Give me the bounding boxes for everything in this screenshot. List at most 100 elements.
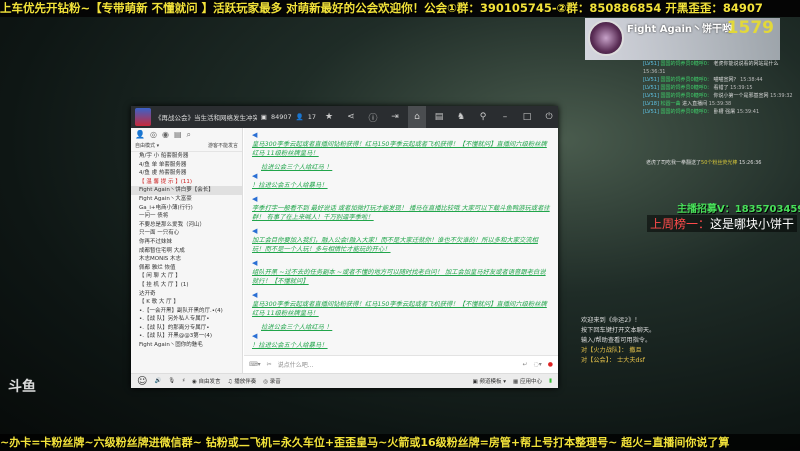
channel-tree-item[interactable]: 木志MONIS 木志 <box>131 255 242 264</box>
app-center-button[interactable]: ▦ 应用中心 <box>513 377 542 385</box>
channel-tree-item[interactable]: Fight Again丶饼白萝【会长】 <box>131 186 242 195</box>
close-button[interactable]: ⏻ <box>540 106 558 128</box>
game-chat-line: 按下回车键打开文本聊天。 <box>581 327 656 334</box>
account-icon[interactable]: ⚲ <box>474 106 492 128</box>
speaker-icon: ◀ <box>252 291 258 299</box>
chat-input-bar: ⌨▾ ✂ 说点什么吧... ↵ ◌▾ ● <box>244 355 558 373</box>
public-chat-area: ◀ 皇马300李季云起或者直播间钻粉获得！红马150李季云起或者飞机获得！【不懂就… <box>244 128 558 355</box>
game-chat-line: 对【公会】： 士大夫dsf <box>581 357 645 364</box>
channel-tree-item[interactable]: 达开奇 <box>131 290 242 299</box>
record-button[interactable]: ◎ 录音 <box>263 377 281 385</box>
recruit-text: 主播招募V：1835703459 <box>677 204 800 215</box>
minimize-button[interactable]: – <box>496 106 514 128</box>
chat-message-text: ！拉进公会五个人给暴马！ <box>252 182 328 189</box>
chat-message: ◀ 皇马300李季云起或者直播间钻粉获得！红马150李季云起或者飞机获得！【不懂就… <box>252 291 550 318</box>
search-icon[interactable]: ⌕ <box>187 130 191 139</box>
send-icon[interactable]: ↵ <box>522 361 527 368</box>
chat-message: ◀ 皇马300李季云起或者直播间钻粉获得！红马150李季云起或者飞机获得！【不懂就… <box>252 131 550 158</box>
danmaku-log: [LV51] 国国的饲养员0糖呼0： 老虎你能说说看的网站是什么 15:36:3… <box>643 60 798 116</box>
chat-message-text: 皇马300李季云起或者直播间钻粉获得！红马150李季云起或者飞机获得！【不懂就问… <box>252 141 547 157</box>
signal-icon: ▮ <box>548 378 552 384</box>
streamer-card: Fight Again丶饼干哟 1579 <box>585 18 780 60</box>
channel-tree-item[interactable]: 只一面 一只有心 <box>131 229 242 238</box>
channel-tree-item[interactable]: •.【一会开黑】副队开黑的厅.•(4) <box>131 307 242 316</box>
chat-message-text: ！拉进公会五个人给暴马！ <box>252 342 328 349</box>
game-icon[interactable]: ♞ <box>452 106 470 128</box>
danmaku-line: [LV51] 国国的饲养员0糖呼0： 看错了 15:39:15 <box>643 85 753 91</box>
equalizer-icon[interactable]: ♯ <box>182 378 185 384</box>
danmaku-line: [LV51] 国国的饲养员0糖呼0： 喵喵宣网？ 15:38:44 <box>643 77 763 83</box>
mic-icon[interactable]: ● <box>548 361 553 368</box>
channel-tree-item[interactable]: 【 K 歌 大 厅 】 <box>131 298 242 307</box>
channel-tree-panel: 👤 ◎ ◉ ▤ ⌕ 自由模式 ▾ 游客不能发言 角/宇 小 船套服务器 4/鱼 单 单套服务… <box>131 128 243 373</box>
user-icon[interactable]: 👤 <box>135 130 145 139</box>
chat-message-text: 李季打字一般看不到 最好说话 或者加微打玩才能发现！ 播马在直播比较哦 大家可以… <box>252 205 550 221</box>
avatar[interactable]: ☺ <box>137 376 147 387</box>
danmaku-line: [LV18] 松圆一曲 进入直播间 15:39:38 <box>643 101 732 107</box>
game-chat-line: 对【火力战队】： 撒旦 <box>581 347 642 354</box>
weekly-top-fan: 上周榜一：这是哪块小饼干 <box>647 215 798 232</box>
channel-tree-item[interactable]: 佩都 雅烂 恢值 <box>131 264 242 273</box>
chat-icon[interactable]: ◎ <box>150 130 157 139</box>
danmaku-line: [LV51] 国国的饲养员0糖呼0： 老虎你能说说看的网站是什么 15:36:3… <box>643 61 779 75</box>
template-button[interactable]: ▣ 频道模板 ▾ <box>473 377 506 385</box>
channel-id-icon: ▣ <box>260 113 267 121</box>
chat-message-text: 组队开黑 ~过不去的任务副本 ~或者不懂的地方可以随时找老白问！ 加工会加皇马好… <box>252 269 546 285</box>
channel-tree-item[interactable]: 4/鱼 虔 热套服务器 <box>131 169 242 178</box>
music-button[interactable]: ♫ 播放伴奏 <box>228 377 257 385</box>
douyu-watermark: 斗鱼 <box>8 379 36 395</box>
danmaku-line: [LV51] 国国的饲养员0糖呼0： 你说小第一个是邪基宣网 15:39:32 <box>643 93 793 99</box>
game-chat-line: 输入/帮助查看可用指令。 <box>581 337 652 344</box>
speaker-icon: ◀ <box>252 332 258 340</box>
speaker-icon: ◀ <box>252 195 258 203</box>
share-icon[interactable]: ⋖ <box>342 106 360 128</box>
channel-tree-item[interactable]: Ga_i+电商小薄(行行) <box>131 204 242 213</box>
streamer-count: 1579 <box>726 18 774 38</box>
mic-settings-icon[interactable]: 🎙 <box>168 378 175 384</box>
yy-voice-client-window: 《再战公会》当生活和网络发生冲突的时候请选择前者！还有这里... ▣84907 … <box>131 106 558 388</box>
exit-channel-icon[interactable]: ⇥ <box>386 106 404 128</box>
danmaku-line: [LV51] 国国的饲养员0糖呼0： 卧槽 强屠 15:39:41 <box>643 109 760 115</box>
channel-tree-item[interactable]: Fight Again丶固你的魅毛 <box>131 341 242 350</box>
favorite-icon[interactable]: ★ <box>320 106 338 128</box>
channel-tree-item[interactable]: 角/宇 小 船套服务器 <box>131 152 242 161</box>
bottom-toolbar: ☺ 🔊 🎙 ♯ ◉ 自由发言 ♫ 播放伴奏 ◎ 录音 ▣ 频道模板 ▾ ▦ 应用… <box>131 373 558 388</box>
maximize-button[interactable]: □ <box>518 106 536 128</box>
chat-message-pre: 拉进公会三个人给红马 ！ <box>261 324 333 331</box>
streamer-avatar <box>588 20 624 56</box>
mode-select[interactable]: 自由模式 ▾ <box>135 142 159 149</box>
streamer-name: Fight Again丶饼干哟 <box>627 24 732 35</box>
window-title: 《再战公会》当生活和网络发生冲突的时候请选择前者！还有这里... <box>155 114 257 122</box>
channel-tree-item[interactable]: 【 闲 聊 大 厅 】 <box>131 272 242 281</box>
channel-tree-item[interactable]: 【 温 馨 提 示 】(11) <box>131 178 242 187</box>
chat-message-pre: 拉进公会三个人给红马 ！ <box>261 164 333 171</box>
guild-logo <box>135 108 151 126</box>
game-chat-line: 欢迎来到《命运2》！ <box>581 317 641 324</box>
notes-icon[interactable]: ▤ <box>174 130 182 139</box>
game-chat: 欢迎来到《命运2》！ 按下回车键打开文本聊天。 输入/帮助查看可用指令。 对【火力战队… <box>581 316 655 366</box>
channel-tree-item[interactable]: 你再不过妹妹 <box>131 238 242 247</box>
channel-tree-item[interactable]: 不要总是那么爱我（河山） <box>131 221 242 230</box>
notes-icon[interactable]: ▤ <box>430 106 448 128</box>
channel-tree-item[interactable]: 4/鱼 单 单套服务器 <box>131 161 242 170</box>
channel-tree-item[interactable]: •.【战 队】开黑@@3第一(4) <box>131 332 242 341</box>
channel-tree-item[interactable]: 【 挂 机 大 厅 】(1) <box>131 281 242 290</box>
user-count: 17 <box>307 113 316 121</box>
speaker-icon[interactable]: 🔊 <box>154 378 161 384</box>
channel-tree-item[interactable]: 一问一 债将 <box>131 212 242 221</box>
channel-id: 84907 <box>270 113 292 121</box>
channel-tree-item[interactable]: •.【战 队】另外私人专属厅• <box>131 315 242 324</box>
chat-message: ◀ 组队开黑 ~过不去的任务副本 ~或者不懂的地方可以随时找老白问！ 加工会加皇马… <box>252 259 550 286</box>
chat-options-icon[interactable]: ◌▾ <box>534 361 542 368</box>
emoji-icon[interactable]: ⌨▾ <box>249 361 261 368</box>
chat-message: 拉进公会三个人给红马 ！ ◀ ！拉进公会五个人给暴马！ <box>252 323 550 350</box>
mic-mode-button[interactable]: ◉ 自由发言 <box>192 377 221 385</box>
home-icon[interactable]: ⌂ <box>408 106 426 128</box>
info-icon[interactable]: ⓘ <box>364 106 382 128</box>
location-icon[interactable]: ◉ <box>162 130 169 139</box>
channel-tree-item[interactable]: 成都暂住宅啊 大成 <box>131 247 242 256</box>
channel-tree-item[interactable]: •.【战 队】的那离分专属厅• <box>131 324 242 333</box>
chat-input[interactable]: 说点什么吧... <box>278 360 517 369</box>
screenshot-icon[interactable]: ✂ <box>267 361 272 368</box>
channel-tree-item[interactable]: Fight Again丶大富豪 <box>131 195 242 204</box>
